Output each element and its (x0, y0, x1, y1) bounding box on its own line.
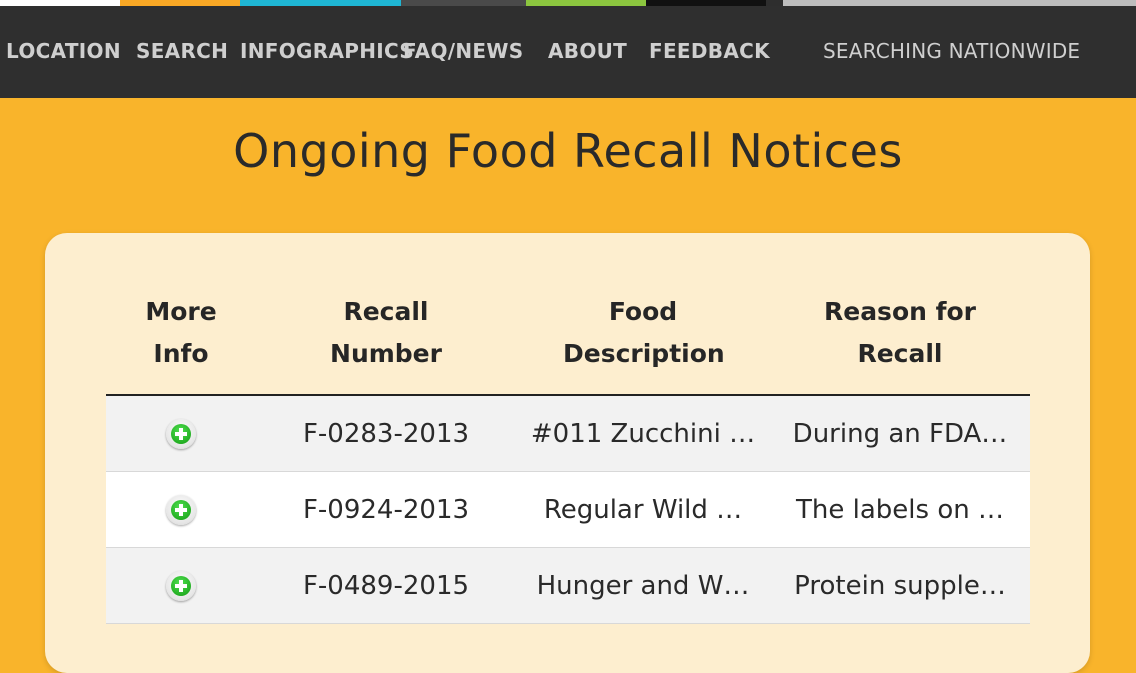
header-more-info[interactable]: More Info (106, 273, 256, 396)
nav-faq-news[interactable]: FAQ/NEWS (403, 36, 523, 66)
table-row[interactable]: F-0924-2013 Regular Wild … The labels on… (106, 471, 1030, 548)
page-title: Ongoing Food Recall Notices (233, 124, 903, 178)
reason-cell: Protein supple… (770, 547, 1030, 624)
nav-about[interactable]: ABOUT (548, 36, 627, 66)
plus-circle-icon[interactable] (166, 418, 196, 449)
food-description-cell: #011 Zucchini … (516, 395, 770, 472)
recall-table: More Info Recall Number Food Description… (106, 273, 1030, 624)
plus-circle-icon[interactable] (166, 494, 196, 525)
table-row[interactable]: F-0283-2013 #011 Zucchini … During an FD… (106, 395, 1030, 472)
table-header-row: More Info Recall Number Food Description… (106, 273, 1030, 396)
header-reason-for-recall[interactable]: Reason for Recall (770, 273, 1030, 396)
nav-location[interactable]: LOCATION (6, 36, 121, 66)
top-navigation-bar: LOCATION SEARCH INFOGRAPHICS FAQ/NEWS AB… (0, 6, 1136, 98)
header-food-description[interactable]: Food Description (516, 273, 770, 396)
more-info-cell (106, 395, 256, 472)
header-recall-number[interactable]: Recall Number (256, 273, 516, 396)
plus-circle-icon[interactable] (166, 570, 196, 601)
recall-number-cell: F-0283-2013 (256, 395, 516, 472)
food-description-cell: Regular Wild … (516, 471, 770, 548)
reason-cell: The labels on … (770, 471, 1030, 548)
food-description-cell: Hunger and W… (516, 547, 770, 624)
nav-search[interactable]: SEARCH (136, 36, 228, 66)
recall-table-panel: More Info Recall Number Food Description… (45, 233, 1090, 673)
table-row[interactable]: F-0489-2015 Hunger and W… Protein supple… (106, 547, 1030, 624)
nav-infographics[interactable]: INFOGRAPHICS (240, 36, 414, 66)
recall-number-cell: F-0924-2013 (256, 471, 516, 548)
more-info-cell (106, 547, 256, 624)
recall-number-cell: F-0489-2015 (256, 547, 516, 624)
search-scope-status[interactable]: SEARCHING NATIONWIDE (823, 36, 1080, 66)
nav-feedback[interactable]: FEEDBACK (649, 36, 770, 66)
reason-cell: During an FDA… (770, 395, 1030, 472)
more-info-cell (106, 471, 256, 548)
